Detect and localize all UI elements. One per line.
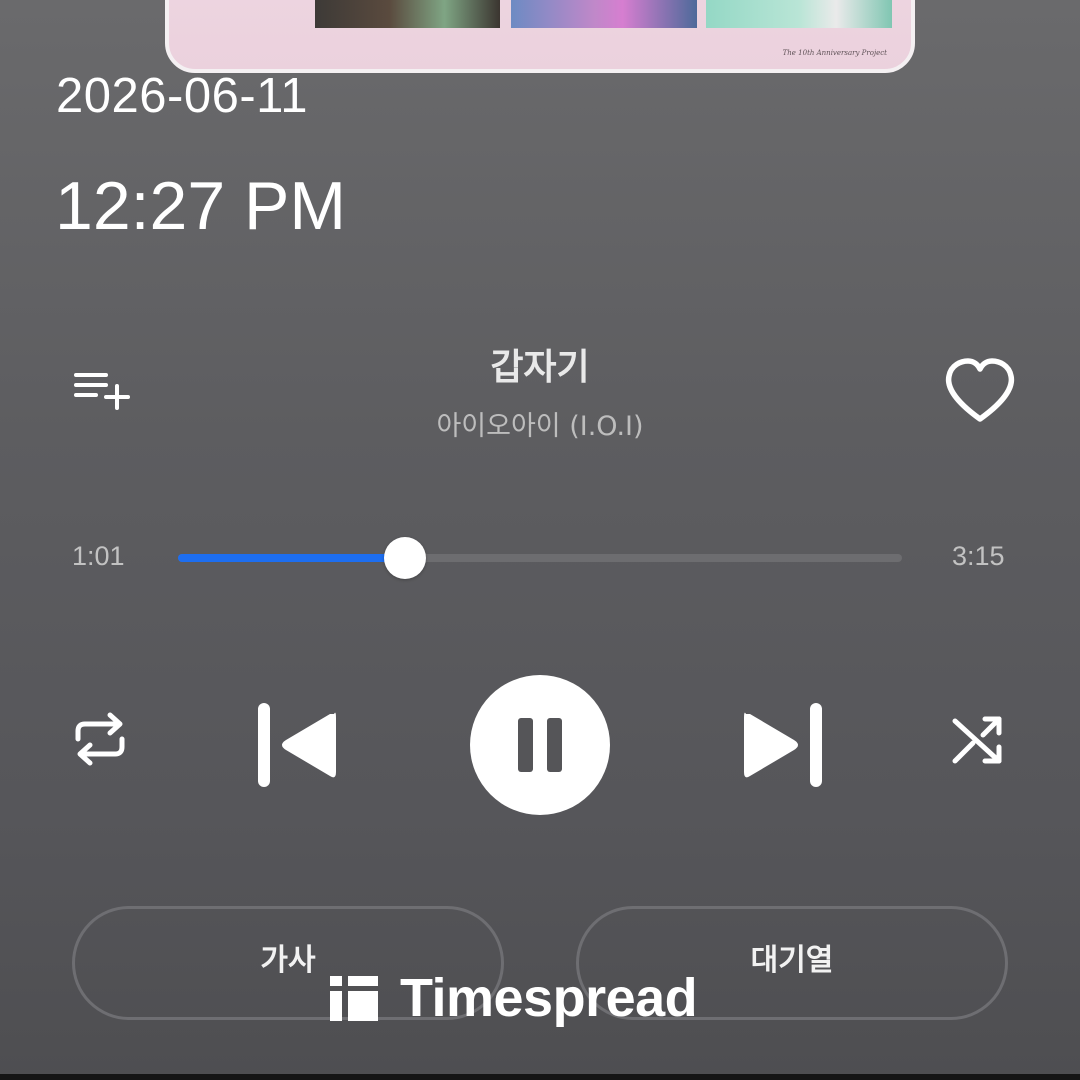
next-track-icon xyxy=(744,703,822,787)
song-artist: 아이오아이 (I.O.I) xyxy=(436,411,644,442)
previous-track-icon xyxy=(258,703,336,787)
shuffle-icon xyxy=(952,716,1002,764)
album-photo-center xyxy=(511,0,697,28)
repeat-icon xyxy=(75,712,125,766)
total-duration: 3:15 xyxy=(952,541,1005,571)
repeat-button[interactable] xyxy=(68,705,132,773)
playlist-add-icon xyxy=(74,373,130,410)
progress-thumb[interactable] xyxy=(383,537,426,579)
album-photo-right xyxy=(706,0,892,28)
heart-icon xyxy=(945,358,1015,422)
queue-button-label: 대기열 xyxy=(750,943,834,978)
watermark: Timespread xyxy=(330,968,698,1028)
elapsed-time: 1:01 xyxy=(72,541,125,571)
bottom-edge xyxy=(0,1074,1080,1080)
next-track-button[interactable] xyxy=(736,700,828,790)
timespread-logo-icon xyxy=(330,976,378,1021)
pause-button[interactable] xyxy=(470,675,610,815)
date-display: 2026-06-11 xyxy=(56,69,309,123)
previous-track-button[interactable] xyxy=(252,700,344,790)
album-caption: The 10th Anniversary Project xyxy=(782,49,887,57)
progress-fill xyxy=(178,554,405,562)
add-to-playlist-button[interactable] xyxy=(64,360,136,420)
like-button[interactable] xyxy=(940,355,1020,427)
song-title: 갑자기 xyxy=(490,347,590,388)
pause-icon xyxy=(518,718,562,772)
album-photo-left xyxy=(315,0,500,28)
time-display: 12:27 PM xyxy=(55,168,347,244)
album-art: The 10th Anniversary Project xyxy=(165,0,915,73)
lyrics-button-label: 가사 xyxy=(260,943,316,978)
shuffle-button[interactable] xyxy=(945,705,1013,773)
watermark-brand: Timespread xyxy=(400,968,698,1028)
progress-bar[interactable] xyxy=(178,537,902,579)
